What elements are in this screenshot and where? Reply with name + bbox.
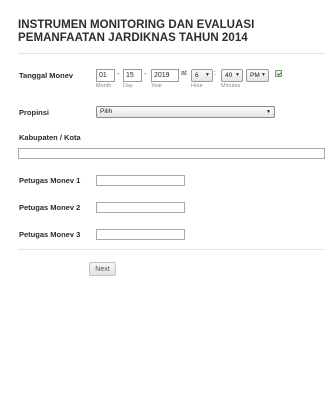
petugas-2-label: Petugas Monev 2 — [19, 203, 81, 212]
ampm-select[interactable]: PM ▼ — [246, 69, 269, 82]
minute-sublabel: Minutes — [221, 83, 241, 89]
calendar-check-icon[interactable] — [275, 70, 282, 77]
month-input[interactable]: 01 — [96, 69, 115, 82]
petugas-2-input[interactable] — [96, 202, 185, 213]
date-separator-2: - — [144, 71, 147, 78]
petugas-1-label: Petugas Monev 1 — [19, 176, 81, 185]
day-input[interactable]: 15 — [123, 69, 142, 82]
petugas-3-input[interactable] — [96, 229, 185, 240]
kabupaten-input[interactable] — [18, 148, 325, 159]
chevron-down-icon: ▼ — [261, 72, 266, 78]
form-divider — [18, 249, 325, 250]
minute-select[interactable]: 40 ▼ — [221, 69, 243, 82]
minute-value: 40 — [225, 72, 233, 79]
date-separator-1: - — [117, 71, 120, 78]
year-input[interactable]: 2019 — [151, 69, 179, 82]
time-separator: : — [214, 70, 216, 77]
month-sublabel: Month — [96, 83, 112, 89]
propinsi-label: Propinsi — [19, 108, 50, 117]
year-sublabel: Year — [151, 83, 163, 89]
petugas-1-input[interactable] — [96, 175, 185, 186]
ampm-value: PM — [250, 72, 260, 79]
hour-select[interactable]: 6 ▼ — [191, 69, 213, 82]
tanggal-label: Tanggal Monev — [19, 71, 74, 80]
chevron-down-icon: ▼ — [205, 72, 210, 78]
hour-sublabel: Hour — [191, 83, 203, 89]
title-divider — [18, 53, 325, 54]
propinsi-selected: Pilih — [100, 108, 113, 115]
form-title: INSTRUMEN MONITORING DAN EVALUASI PEMANF… — [18, 19, 255, 44]
chevron-down-icon: ▼ — [235, 72, 240, 78]
chevron-down-icon: ▼ — [266, 109, 271, 115]
at-label: at — [181, 70, 187, 77]
kabupaten-label: Kabupaten / Kota — [19, 133, 81, 142]
hour-value: 6 — [195, 72, 199, 79]
propinsi-select[interactable]: Pilih ▼ — [96, 106, 275, 118]
day-sublabel: Day — [123, 83, 133, 89]
next-button[interactable]: Next — [89, 262, 116, 276]
petugas-3-label: Petugas Monev 3 — [19, 230, 81, 239]
